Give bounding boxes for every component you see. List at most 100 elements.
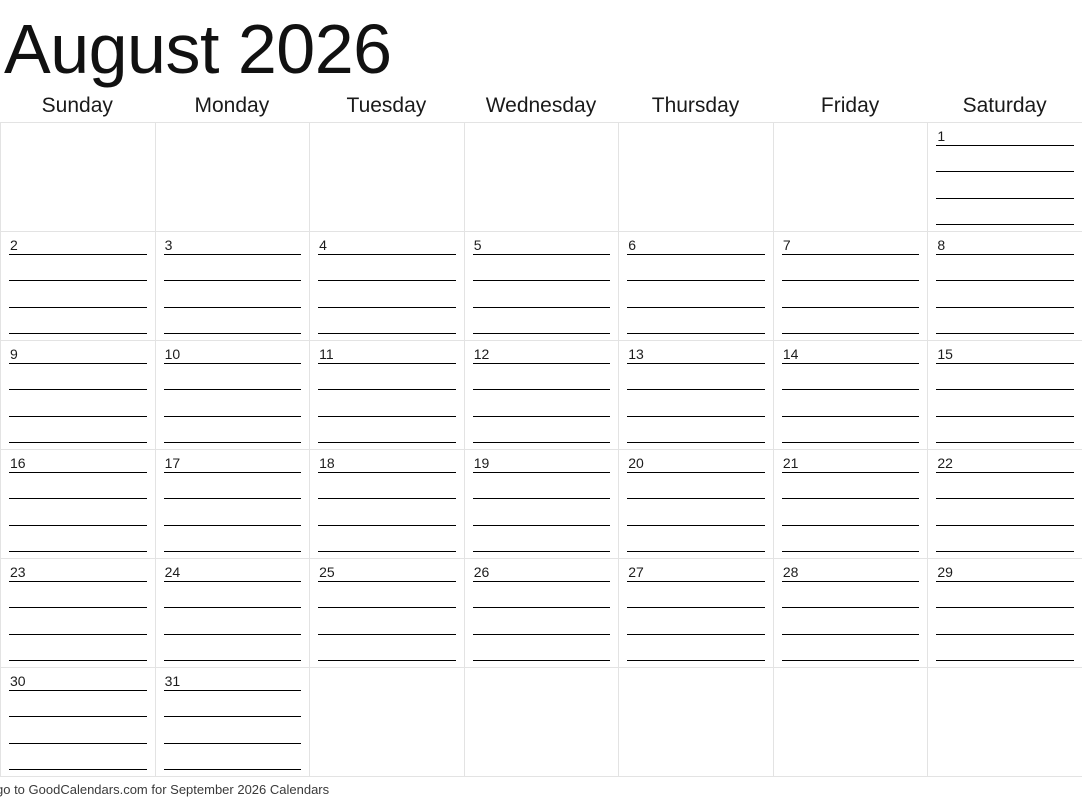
writing-line [9,607,147,609]
day-cell-empty[interactable] [619,668,774,777]
day-cell[interactable]: 20 [619,450,774,559]
day-writing-lines [163,254,302,334]
day-cell[interactable]: 31 [155,668,311,777]
writing-line [781,280,920,282]
writing-line [163,415,302,417]
day-cell[interactable]: 16 [1,450,156,559]
day-writing-lines [472,363,611,443]
day-cell[interactable]: 27 [619,559,774,668]
writing-line [9,332,147,334]
writing-line [781,607,920,609]
writing-line [781,581,920,582]
writing-line [936,171,1074,173]
weekday-header-tuesday: Tuesday [346,94,427,117]
day-number: 25 [319,564,335,580]
writing-line [627,415,765,417]
day-cell[interactable]: 22 [928,450,1082,559]
writing-line [318,498,456,500]
day-cell[interactable]: 23 [1,559,156,668]
day-cell[interactable]: 4 [310,232,465,341]
day-number: 31 [164,673,181,689]
writing-line [163,550,302,552]
writing-line [781,389,920,391]
day-cell[interactable]: 12 [464,341,620,450]
writing-line [472,498,611,500]
writing-line [781,633,920,635]
writing-line [472,332,611,334]
day-number: 6 [628,237,637,253]
writing-line [781,659,920,661]
day-cell[interactable]: 28 [773,559,929,668]
writing-line [163,742,302,744]
day-cell-empty[interactable] [155,123,311,232]
day-cell[interactable]: 21 [773,450,929,559]
writing-line [627,633,765,635]
writing-line [163,332,302,334]
writing-line [318,524,456,526]
day-number: 24 [164,564,181,580]
writing-line [936,659,1074,661]
writing-line [318,332,456,334]
day-cell[interactable]: 13 [619,341,774,450]
day-cell[interactable]: 2 [1,232,156,341]
day-cell[interactable]: 19 [464,450,620,559]
day-cell[interactable]: 26 [464,559,620,668]
day-cell[interactable]: 7 [773,232,929,341]
writing-line [9,441,147,443]
day-cell[interactable]: 8 [928,232,1082,341]
calendar-week-row: 1 [1,123,1082,232]
day-cell-empty[interactable] [619,123,774,232]
writing-line [936,332,1074,334]
day-cell[interactable]: 14 [773,341,929,450]
writing-line [163,607,302,609]
writing-line [163,254,302,255]
writing-line [318,472,456,473]
day-cell[interactable]: 1 [928,123,1082,232]
writing-line [472,524,611,526]
day-cell[interactable]: 24 [155,559,311,668]
day-cell[interactable]: 17 [155,450,311,559]
day-writing-lines [9,363,147,443]
day-cell-empty[interactable] [464,668,620,777]
day-number: 26 [473,564,490,580]
writing-line [627,332,765,334]
writing-line [627,472,765,473]
writing-line [472,389,611,391]
day-cell-empty[interactable] [464,123,620,232]
day-number: 23 [10,564,26,580]
day-number: 10 [164,346,181,362]
day-cell[interactable]: 10 [155,341,311,450]
day-cell[interactable]: 29 [928,559,1082,668]
day-cell-empty[interactable] [773,123,929,232]
day-cell-empty[interactable] [310,668,465,777]
day-cell[interactable]: 18 [310,450,465,559]
writing-line [936,280,1074,282]
day-cell[interactable]: 11 [310,341,465,450]
writing-line [9,363,147,364]
writing-line [936,581,1074,582]
day-cell[interactable]: 6 [619,232,774,341]
day-cell-empty[interactable] [1,123,156,232]
day-number: 8 [937,237,946,253]
writing-line [163,659,302,661]
writing-line [163,768,302,770]
day-cell-empty[interactable] [773,668,929,777]
writing-line [936,550,1074,552]
day-cell[interactable]: 25 [310,559,465,668]
writing-line [163,524,302,526]
day-cell[interactable]: 5 [464,232,620,341]
day-cell-empty[interactable] [928,668,1082,777]
weekday-header-row: Sunday Monday Tuesday Wednesday Thursday… [0,92,1082,122]
weekday-header-thursday: Thursday [651,94,740,117]
day-cell-empty[interactable] [310,123,465,232]
day-cell[interactable]: 9 [1,341,156,450]
day-writing-lines [781,254,920,334]
writing-line [936,415,1074,417]
day-cell[interactable]: 3 [155,232,311,341]
day-cell[interactable]: 15 [928,341,1082,450]
weekday-header-saturday: Saturday [962,94,1047,117]
writing-line [627,607,765,609]
writing-line [318,415,456,417]
day-cell[interactable]: 30 [1,668,156,777]
day-number: 17 [164,455,181,471]
